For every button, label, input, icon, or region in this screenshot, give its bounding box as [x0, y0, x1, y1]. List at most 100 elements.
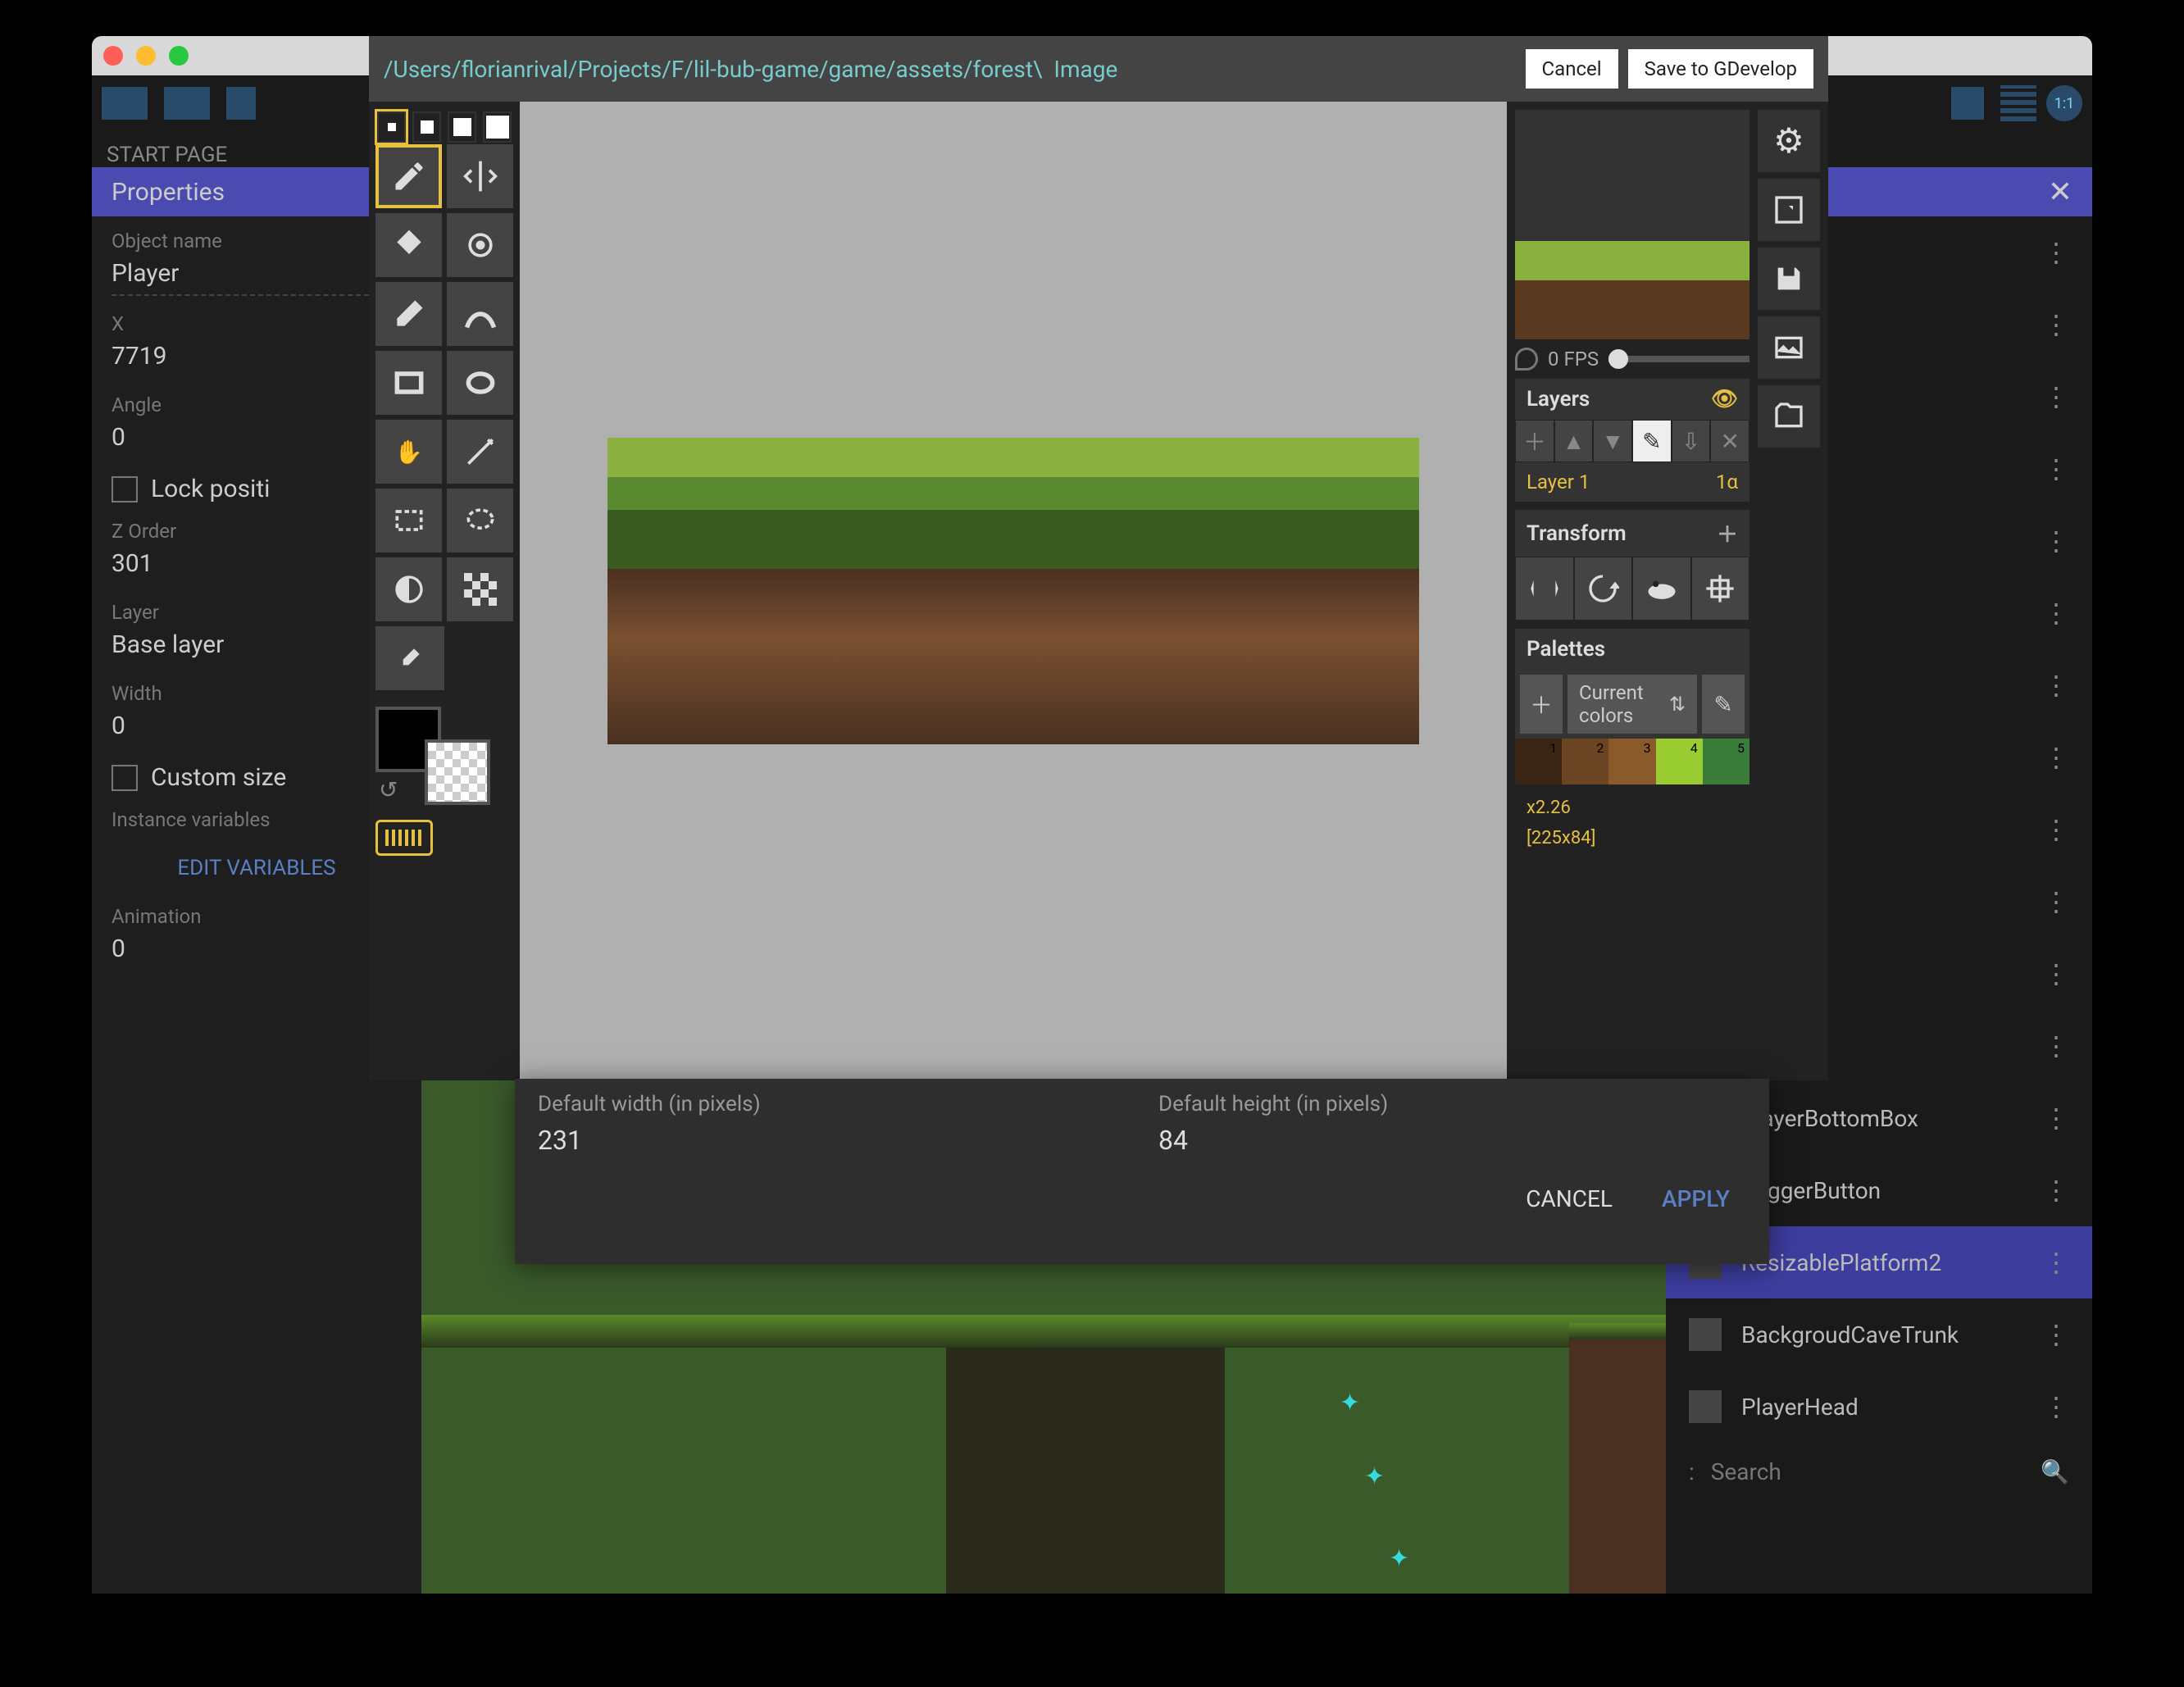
default-width-input[interactable]: 231	[538, 1125, 1126, 1156]
eyedropper-icon[interactable]	[375, 626, 444, 690]
object-name-input[interactable]: Player	[111, 259, 402, 296]
fps-slider[interactable]	[1608, 356, 1749, 362]
search-input[interactable]: Search	[1695, 1458, 2041, 1485]
cancel-button[interactable]: Cancel	[1526, 49, 1618, 89]
center-icon[interactable]	[1691, 557, 1750, 621]
cancel-button[interactable]: CANCEL	[1526, 1185, 1613, 1212]
onion-skin-icon[interactable]	[1515, 348, 1538, 371]
list-item[interactable]: PlayerHead⋮	[1666, 1371, 2092, 1443]
window-close-icon[interactable]	[103, 46, 123, 66]
palette-swatch[interactable]: 4	[1656, 739, 1703, 784]
add-palette-icon[interactable]: ＋	[1520, 675, 1563, 734]
swap-colors-icon[interactable]: ↺	[379, 776, 398, 803]
toolbar-btn[interactable]	[102, 87, 148, 120]
window-minimize-icon[interactable]	[136, 46, 156, 66]
brush-size-4[interactable]	[483, 111, 512, 143]
default-height-input[interactable]: 84	[1158, 1125, 1746, 1156]
angle-input[interactable]: 0	[111, 423, 402, 458]
edit-variables-link[interactable]: EDIT VARIABLES	[111, 856, 402, 880]
more-icon[interactable]: ⋮	[2043, 814, 2069, 845]
more-icon[interactable]: ⋮	[2043, 1319, 2069, 1350]
rect-select-icon[interactable]	[375, 489, 442, 552]
toolbar-btn[interactable]	[226, 87, 256, 120]
more-icon[interactable]: ⋮	[2043, 1247, 2069, 1278]
add-layer-icon[interactable]: ＋	[1515, 420, 1554, 462]
more-icon[interactable]: ⋮	[2043, 1391, 2069, 1422]
export-icon[interactable]	[1758, 316, 1820, 379]
more-icon[interactable]: ⋮	[2043, 886, 2069, 917]
custom-size-checkbox[interactable]	[111, 765, 138, 791]
layer-up-icon[interactable]: ▲	[1554, 420, 1594, 462]
clone-icon[interactable]	[1632, 557, 1691, 621]
magic-bucket-icon[interactable]	[447, 213, 513, 277]
more-icon[interactable]: ⋮	[2043, 1030, 2069, 1062]
palette-swatch[interactable]: 5	[1703, 739, 1749, 784]
more-icon[interactable]: ⋮	[2043, 381, 2069, 412]
lasso-select-icon[interactable]	[447, 489, 513, 552]
layer-input[interactable]: Base layer	[111, 630, 402, 666]
window-maximize-icon[interactable]	[169, 46, 189, 66]
circle-tool-icon[interactable]	[447, 351, 513, 415]
brush-size-1[interactable]	[377, 111, 406, 143]
width-input[interactable]: 0	[111, 712, 402, 747]
toolbar-btn[interactable]	[1951, 87, 1984, 120]
import-icon[interactable]	[1758, 385, 1820, 448]
piskel-canvas[interactable]	[520, 102, 1507, 1080]
rotate-icon[interactable]	[1574, 557, 1633, 621]
list-item[interactable]: BackgroudCaveTrunk⋮	[1666, 1298, 2092, 1371]
more-icon[interactable]: ⋮	[2043, 1175, 2069, 1206]
close-icon[interactable]: ✕	[2048, 175, 2073, 209]
more-icon[interactable]: ⋮	[2043, 453, 2069, 484]
expand-icon[interactable]: ＋	[1717, 518, 1738, 548]
more-icon[interactable]: ⋮	[2043, 1103, 2069, 1134]
edit-palette-icon[interactable]: ✎	[1702, 675, 1745, 734]
secondary-color-swatch[interactable]	[425, 739, 490, 805]
dither-tool-icon[interactable]	[447, 557, 513, 621]
lighten-tool-icon[interactable]	[375, 557, 442, 621]
pen-tool-icon[interactable]	[375, 144, 442, 208]
more-icon[interactable]: ⋮	[2043, 525, 2069, 557]
preview-toggle-icon[interactable]: 👁	[1711, 387, 1738, 412]
more-icon[interactable]: ⋮	[2043, 670, 2069, 701]
wand-tool-icon[interactable]	[447, 420, 513, 484]
palette-swatch[interactable]: 3	[1608, 739, 1655, 784]
bucket-tool-icon[interactable]	[375, 213, 442, 277]
tab-start-page[interactable]: START PAGE	[107, 143, 227, 167]
layer-alpha[interactable]: 1α	[1716, 471, 1738, 493]
merge-layer-icon[interactable]: ⇩	[1672, 420, 1711, 462]
zoom-1-1-icon[interactable]: 1:1	[2046, 85, 2082, 121]
animation-preview[interactable]	[1515, 110, 1749, 339]
more-icon[interactable]: ⋮	[2043, 958, 2069, 989]
resize-icon[interactable]	[1758, 179, 1820, 241]
brush-size-3[interactable]	[448, 111, 476, 143]
more-icon[interactable]: ⋮	[2043, 237, 2069, 268]
grid-icon[interactable]	[2000, 85, 2036, 121]
animation-input[interactable]: 0	[111, 934, 402, 970]
rect-tool-icon[interactable]	[375, 351, 442, 415]
palette-swatch[interactable]: 2	[1562, 739, 1608, 784]
more-icon[interactable]: ⋮	[2043, 598, 2069, 629]
eraser-tool-icon[interactable]	[375, 282, 442, 346]
mirror-pen-icon[interactable]	[447, 144, 513, 208]
palette-select[interactable]: Current colors⇅	[1567, 675, 1697, 734]
flip-icon[interactable]	[1515, 557, 1574, 621]
more-icon[interactable]: ⋮	[2043, 742, 2069, 773]
save-icon[interactable]	[1758, 248, 1820, 310]
delete-layer-icon[interactable]: ✕	[1710, 420, 1749, 462]
layer-down-icon[interactable]: ▼	[1593, 420, 1632, 462]
stroke-tool-icon[interactable]	[447, 282, 513, 346]
search-icon[interactable]: 🔍	[2041, 1458, 2069, 1485]
palette-swatch[interactable]: 1	[1515, 739, 1562, 784]
move-tool-icon[interactable]: ✋	[375, 420, 442, 484]
lock-position-checkbox[interactable]	[111, 476, 138, 502]
settings-icon[interactable]: ⚙	[1758, 110, 1820, 172]
apply-button[interactable]: APPLY	[1662, 1185, 1730, 1212]
brush-size-2[interactable]	[412, 111, 441, 143]
edit-layer-icon[interactable]: ✎	[1632, 420, 1672, 462]
layer-name[interactable]: Layer 1	[1527, 471, 1590, 493]
keyboard-shortcuts-icon[interactable]	[375, 820, 433, 856]
save-button[interactable]: Save to GDevelop	[1628, 49, 1813, 89]
x-input[interactable]: 7719	[111, 342, 402, 377]
z-order-input[interactable]: 301	[111, 549, 402, 584]
more-icon[interactable]: ⋮	[2043, 309, 2069, 340]
